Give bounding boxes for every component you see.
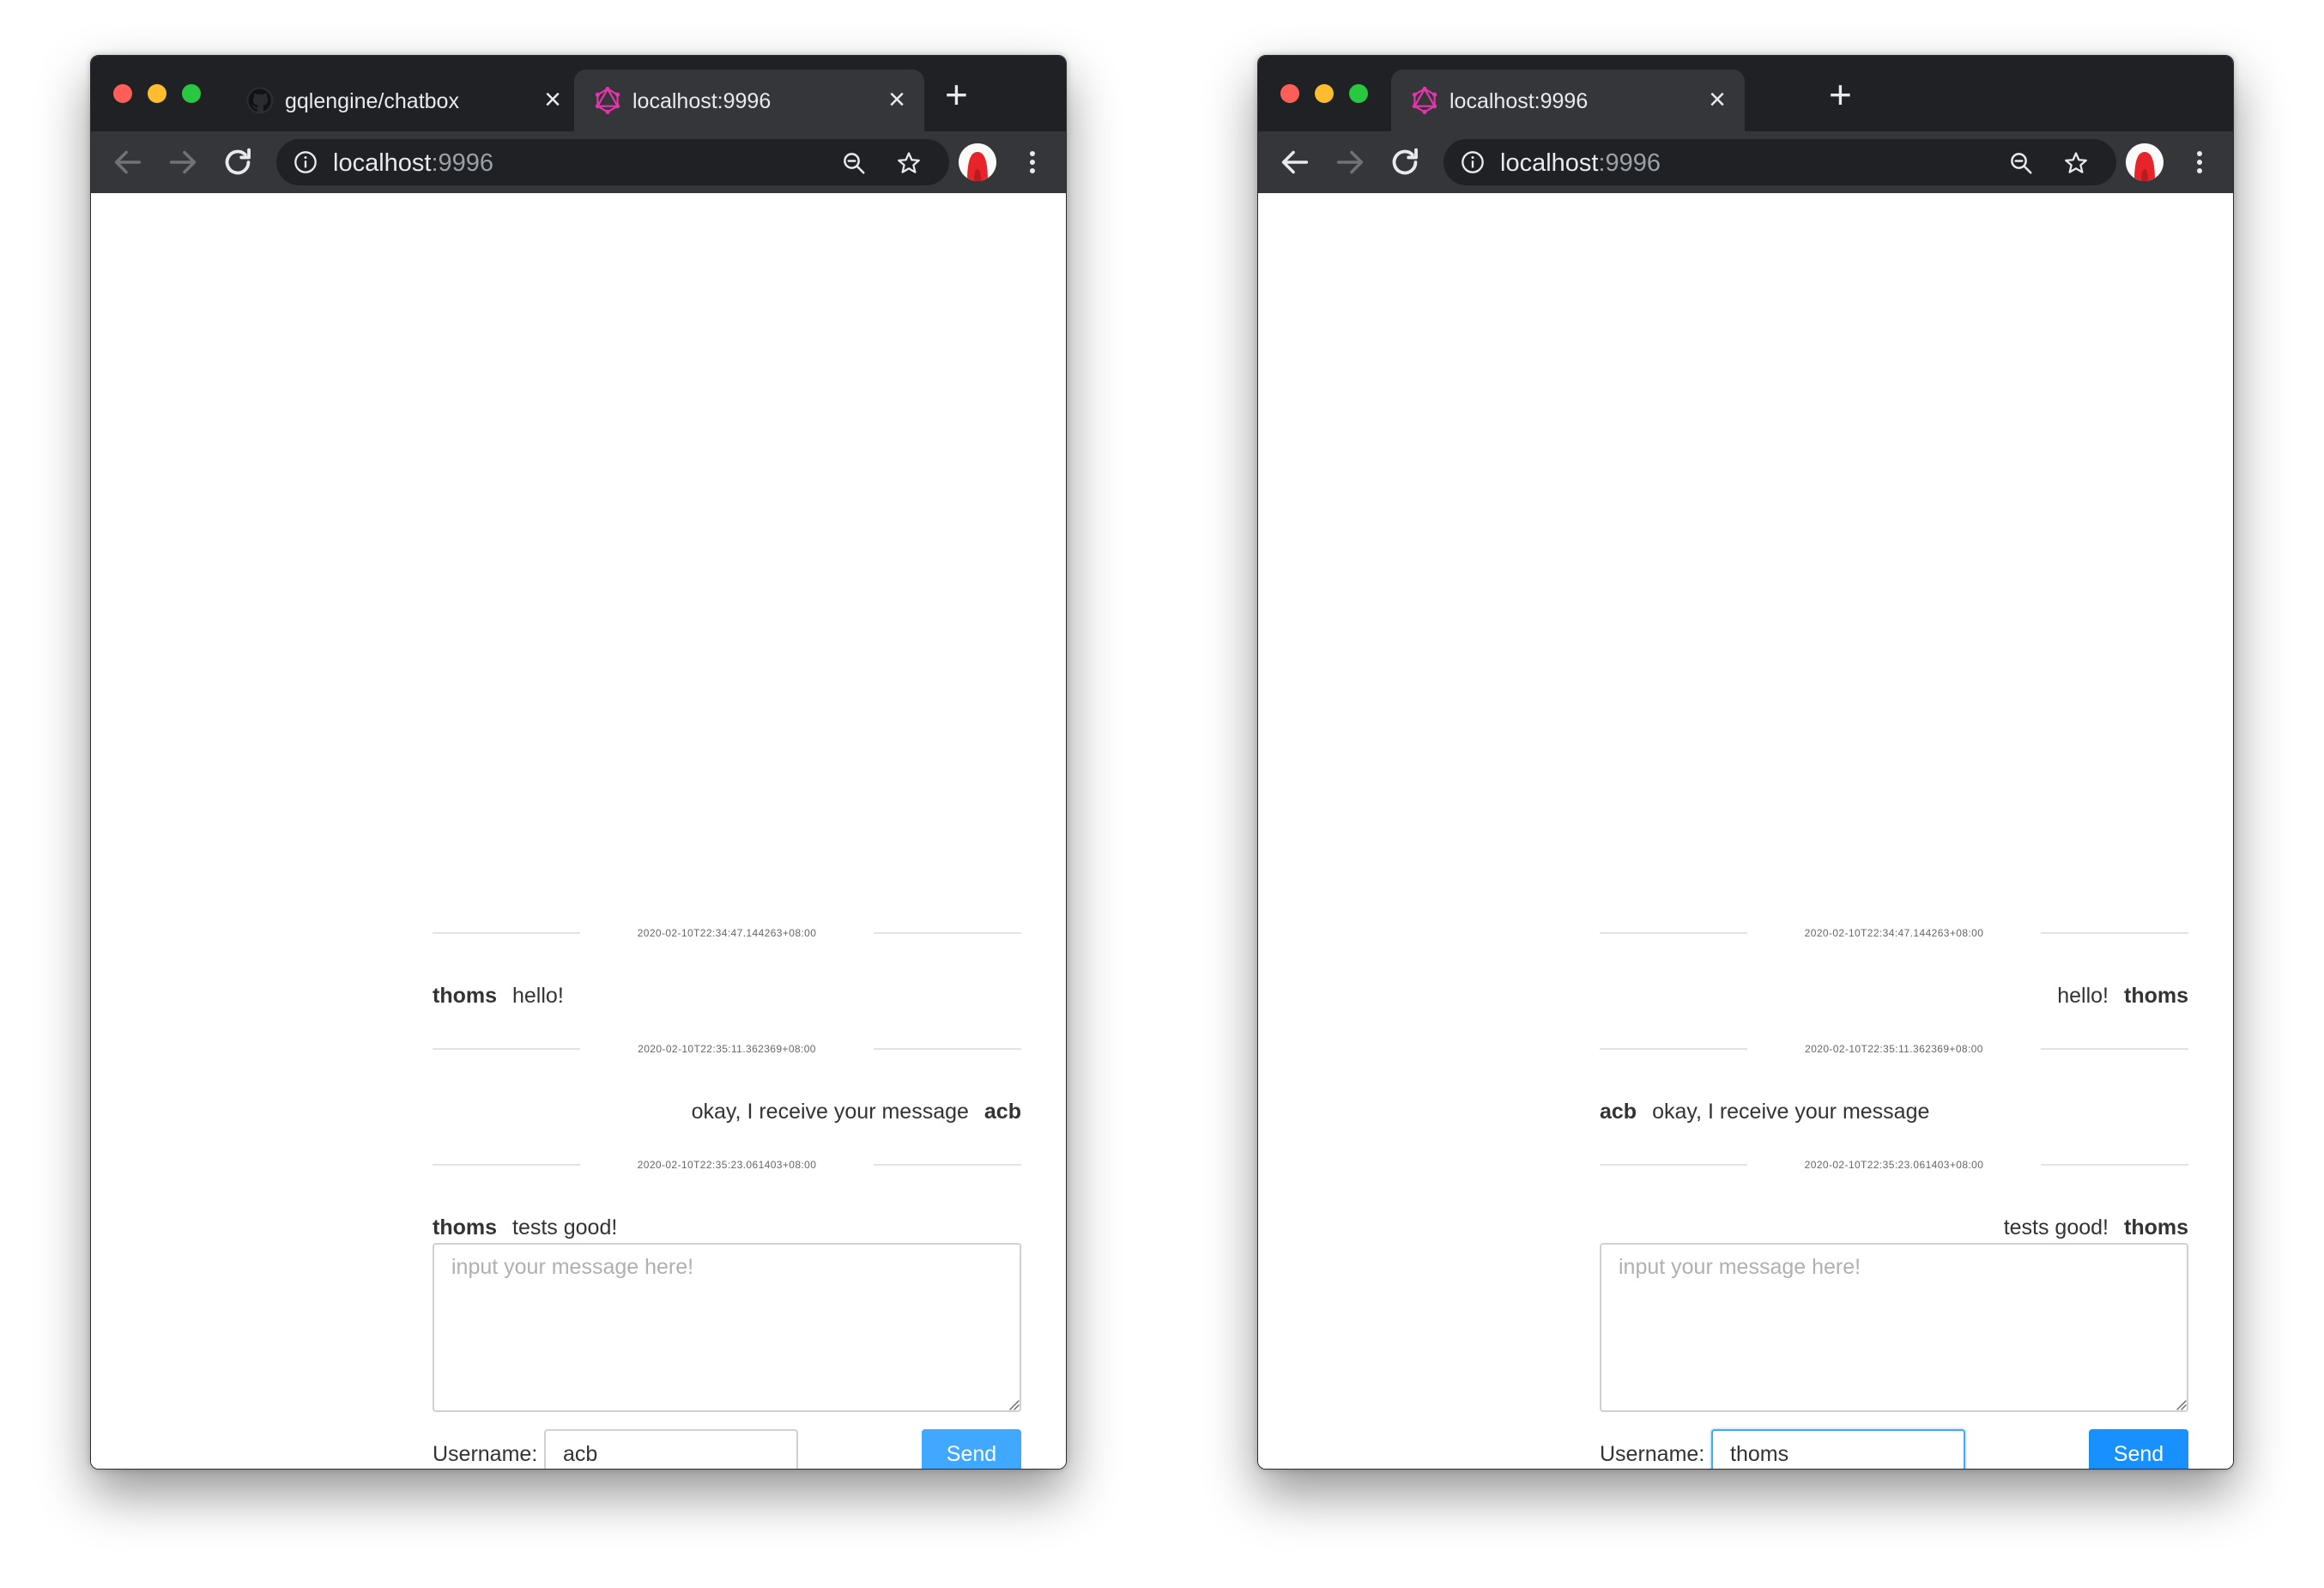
message-text: okay, I receive your message — [691, 1100, 969, 1124]
browser-toolbar: localhost:9996 — [91, 131, 1066, 193]
back-arrow-icon[interactable] — [1275, 142, 1315, 182]
tab-title: localhost:9996 — [632, 89, 772, 113]
message-text: tests good! — [512, 1215, 618, 1239]
username-input[interactable] — [1711, 1429, 1965, 1469]
close-window-button[interactable] — [1280, 84, 1299, 103]
timestamp-divider: 2020-02-10T22:35:11.362369+08:00 — [1600, 1033, 2188, 1067]
username-form: Username: Send — [1600, 1429, 2188, 1469]
timestamp-divider: 2020-02-10T22:35:23.061403+08:00 — [1600, 1149, 2188, 1183]
message-text: tests good! — [2003, 1215, 2109, 1239]
profile-avatar[interactable] — [2126, 143, 2164, 181]
more-menu-icon[interactable] — [1022, 143, 1043, 181]
tab-title: gqlengine/chatbox — [285, 89, 459, 113]
bookmark-star-icon[interactable] — [896, 150, 922, 176]
resize-grip-icon[interactable] — [2175, 1398, 2187, 1410]
send-button[interactable]: Send — [922, 1429, 1021, 1469]
chat-message: okay, I receive your message acb — [433, 1067, 1021, 1149]
chat-message: acb okay, I receive your message — [1600, 1067, 2188, 1149]
close-window-button[interactable] — [113, 84, 132, 103]
message-username: thoms — [2124, 984, 2188, 1008]
browser-window-left: gqlengine/chatbox × localhost:9996 × + l… — [90, 55, 1067, 1470]
graphql-icon — [595, 86, 620, 115]
message-text: okay, I receive your message — [1652, 1100, 1930, 1124]
divider-line — [2041, 1048, 2188, 1050]
zoom-window-button[interactable] — [182, 84, 201, 103]
divider-line — [874, 1048, 1021, 1050]
chat-message: hello! thoms — [1600, 951, 2188, 1033]
message-username: acb — [1600, 1100, 1637, 1124]
github-icon — [246, 87, 274, 114]
message-input[interactable] — [433, 1243, 1021, 1412]
message-text: hello! — [512, 984, 564, 1008]
zoom-icon[interactable] — [841, 150, 867, 176]
profile-avatar[interactable] — [959, 143, 996, 181]
page-viewport: 2020-02-10T22:34:47.144263+08:00 thoms he… — [91, 193, 1066, 1469]
url-port: :9996 — [431, 149, 494, 177]
new-tab-button[interactable]: + — [945, 75, 968, 114]
tab-gqlengine-chatbox[interactable]: gqlengine/chatbox × — [227, 70, 580, 131]
timestamp-divider: 2020-02-10T22:35:11.362369+08:00 — [433, 1033, 1021, 1067]
tab-localhost-9996[interactable]: localhost:9996 × — [1391, 70, 1745, 131]
message-input[interactable] — [1600, 1243, 2188, 1412]
reload-icon[interactable] — [218, 142, 257, 182]
address-bar[interactable]: localhost:9996 — [1443, 139, 2116, 185]
info-icon[interactable] — [294, 150, 318, 174]
page-viewport: 2020-02-10T22:34:47.144263+08:00 hello! t… — [1258, 193, 2233, 1469]
send-button[interactable]: Send — [2089, 1429, 2188, 1469]
close-tab-icon[interactable]: × — [544, 82, 561, 117]
chat-log: 2020-02-10T22:34:47.144263+08:00 thoms he… — [433, 917, 1021, 1264]
divider-line — [2041, 1164, 2188, 1166]
resize-grip-icon[interactable] — [1008, 1398, 1020, 1410]
message-username: thoms — [433, 1215, 497, 1239]
username-label: Username: — [433, 1442, 538, 1466]
url-host: localhost — [333, 149, 432, 177]
url-port: :9996 — [1598, 149, 1661, 177]
timestamp-divider: 2020-02-10T22:35:23.061403+08:00 — [433, 1149, 1021, 1183]
tab-strip: localhost:9996 × + — [1258, 56, 2233, 131]
chat-log: 2020-02-10T22:34:47.144263+08:00 hello! t… — [1600, 917, 2188, 1264]
browser-window-right: localhost:9996 × + localhost:9996 2020-0… — [1257, 55, 2234, 1470]
url-text: localhost:9996 — [1500, 149, 1661, 178]
browser-toolbar: localhost:9996 — [1258, 131, 2233, 193]
profile-picture — [2126, 143, 2164, 181]
tab-title: localhost:9996 — [1449, 89, 1589, 113]
message-text: hello! — [2057, 984, 2109, 1008]
zoom-window-button[interactable] — [1349, 84, 1368, 103]
graphql-icon — [1412, 86, 1437, 115]
username-form: Username: Send — [433, 1429, 1021, 1469]
username-label: Username: — [1600, 1442, 1705, 1466]
tab-strip: gqlengine/chatbox × localhost:9996 × + — [91, 56, 1066, 131]
minimize-window-button[interactable] — [1315, 84, 1334, 103]
timestamp-divider: 2020-02-10T22:34:47.144263+08:00 — [1600, 917, 2188, 951]
zoom-icon[interactable] — [2008, 150, 2034, 176]
message-username: thoms — [2124, 1215, 2188, 1239]
timestamp-divider: 2020-02-10T22:34:47.144263+08:00 — [433, 917, 1021, 951]
back-arrow-icon[interactable] — [108, 142, 148, 182]
username-input[interactable] — [544, 1429, 798, 1469]
divider-line — [2041, 932, 2188, 934]
more-menu-icon[interactable] — [2189, 143, 2210, 181]
message-username: thoms — [433, 984, 497, 1008]
info-icon[interactable] — [1461, 150, 1485, 174]
close-tab-icon[interactable]: × — [888, 82, 905, 117]
minimize-window-button[interactable] — [148, 84, 166, 103]
message-username: acb — [983, 1100, 1021, 1124]
chat-message: thoms hello! — [433, 951, 1021, 1033]
url-host: localhost — [1500, 149, 1599, 177]
forward-arrow-icon[interactable] — [1330, 142, 1370, 182]
divider-line — [874, 1164, 1021, 1166]
bookmark-star-icon[interactable] — [2063, 150, 2089, 176]
divider-line — [874, 932, 1021, 934]
new-tab-button[interactable]: + — [1829, 75, 1852, 114]
url-text: localhost:9996 — [333, 149, 493, 178]
address-bar[interactable]: localhost:9996 — [276, 139, 949, 185]
profile-picture — [959, 143, 996, 181]
close-tab-icon[interactable]: × — [1709, 82, 1726, 117]
tab-localhost-9996[interactable]: localhost:9996 × — [574, 70, 924, 131]
forward-arrow-icon[interactable] — [163, 142, 203, 182]
reload-icon[interactable] — [1385, 142, 1425, 182]
